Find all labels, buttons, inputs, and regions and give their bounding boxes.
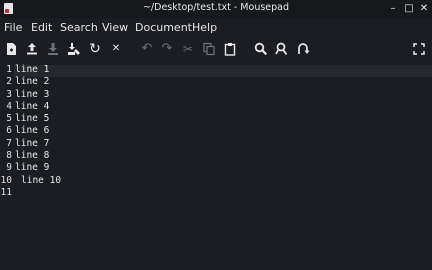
text-line[interactable]: line 3 xyxy=(15,89,61,101)
find-replace-icon[interactable] xyxy=(275,42,289,56)
redo-icon[interactable]: ↷ xyxy=(160,42,174,56)
paste-icon[interactable] xyxy=(223,42,237,56)
toolbar: ↻ ✕ ↶ ↷ ✂ xyxy=(0,37,432,61)
open-file-icon[interactable] xyxy=(25,42,39,56)
line-number-gutter: 1 2 3 4 5 6 7 8 9 10 11 xyxy=(0,64,14,199)
text-line[interactable]: line 2 xyxy=(15,76,61,88)
line-number: 8 xyxy=(6,150,12,162)
close-document-icon[interactable]: ✕ xyxy=(109,42,123,56)
reload-icon[interactable]: ↻ xyxy=(88,42,102,56)
cut-icon[interactable]: ✂ xyxy=(181,42,195,56)
line-number: 1 xyxy=(6,64,12,75)
text-line[interactable]: line 1 xyxy=(15,64,61,76)
menu-search[interactable]: Search xyxy=(60,21,98,34)
menu-file[interactable]: File xyxy=(4,21,22,34)
current-line-highlight xyxy=(14,65,432,77)
text-content[interactable]: line 1 line 2 line 3 line 4 line 5 line … xyxy=(15,64,61,199)
maximize-button[interactable]: □ xyxy=(403,2,415,15)
save-as-icon[interactable] xyxy=(67,42,81,56)
fullscreen-icon[interactable] xyxy=(412,42,426,56)
text-line[interactable]: line 5 xyxy=(15,113,61,125)
menu-document[interactable]: Document xyxy=(135,21,192,34)
text-line[interactable]: line 4 xyxy=(15,101,61,113)
menu-view[interactable]: View xyxy=(102,21,128,34)
line-number: 2 xyxy=(6,76,12,88)
menu-edit[interactable]: Edit xyxy=(31,21,52,34)
line-number: 11 xyxy=(0,186,12,198)
menu-bar: File Edit Search View Document Help xyxy=(0,18,432,36)
line-number: 3 xyxy=(6,88,12,100)
save-file-icon[interactable] xyxy=(46,42,60,56)
line-number: 9 xyxy=(6,162,12,174)
text-editor[interactable]: 1 2 3 4 5 6 7 8 9 10 11 line 1 line 2 li… xyxy=(0,64,432,270)
window-title: ~/Desktop/test.txt - Mousepad xyxy=(142,2,290,13)
line-number: 4 xyxy=(6,100,12,112)
line-number: 10 xyxy=(0,174,12,186)
go-to-line-icon[interactable] xyxy=(296,42,310,56)
text-line[interactable]: line 10 xyxy=(15,175,61,187)
menu-help[interactable]: Help xyxy=(192,21,217,34)
undo-icon[interactable]: ↶ xyxy=(140,42,154,56)
close-window-button[interactable]: ✕ xyxy=(418,2,430,15)
text-line[interactable] xyxy=(15,187,61,199)
text-line[interactable]: line 7 xyxy=(15,138,61,150)
line-number: 5 xyxy=(6,113,12,125)
line-number: 6 xyxy=(6,125,12,137)
text-line[interactable]: line 9 xyxy=(15,162,61,174)
title-bar: ~/Desktop/test.txt - Mousepad – □ ✕ xyxy=(0,0,432,18)
new-document-icon[interactable] xyxy=(4,42,18,56)
copy-icon[interactable] xyxy=(202,42,216,56)
text-line[interactable]: line 8 xyxy=(15,150,61,162)
text-line[interactable]: line 6 xyxy=(15,125,61,137)
line-number: 7 xyxy=(6,137,12,149)
search-icon[interactable] xyxy=(254,42,268,56)
minimize-button[interactable]: – xyxy=(387,2,399,15)
